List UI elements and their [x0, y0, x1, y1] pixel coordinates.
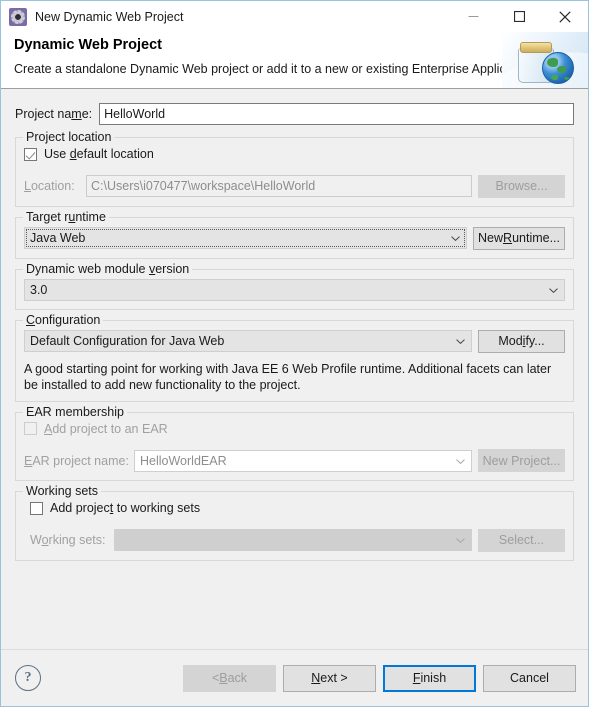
select-button[interactable]: Select... — [478, 528, 565, 552]
project-name-row: Project name: — [15, 101, 574, 127]
use-default-location-checkbox[interactable]: Use default location — [24, 147, 154, 161]
minimize-button[interactable] — [450, 1, 496, 32]
dialog-footer: ? < Back Next > Finish Cancel — [1, 649, 588, 706]
checkbox-box — [30, 501, 43, 515]
configuration-group: Configuration Default Configuration for … — [15, 312, 574, 402]
ear-project-name-label: EAR project name: — [24, 453, 129, 468]
project-name-input[interactable] — [99, 103, 574, 125]
project-name-label: Project name: — [15, 107, 93, 121]
add-to-working-sets-label: Add project to working sets — [50, 501, 201, 515]
configuration-combo[interactable]: Default Configuration for Java Web — [24, 330, 472, 352]
help-icon[interactable]: ? — [15, 665, 41, 691]
window-title: New Dynamic Web Project — [35, 9, 184, 24]
browse-button[interactable]: Browse... — [478, 174, 565, 198]
back-button[interactable]: < Back — [183, 664, 276, 692]
ear-project-name-combo[interactable]: HelloWorldEAR — [134, 449, 472, 472]
use-default-location-label: Use default location — [44, 147, 154, 161]
target-runtime-group: Target runtime Java Web New Runtime... — [15, 209, 574, 259]
dialog-body: Project name: Project location Use defau… — [1, 101, 588, 561]
page-title: Dynamic Web Project — [14, 37, 163, 53]
project-location-group: Project location Use default location Lo… — [15, 130, 574, 207]
location-label: Location: — [24, 179, 75, 193]
configuration-description: A good starting point for working with J… — [24, 361, 552, 392]
ear-membership-group-title: EAR membership — [23, 404, 127, 419]
location-input[interactable] — [86, 175, 472, 197]
checkbox-box — [24, 422, 37, 435]
new-runtime-button[interactable]: New Runtime... — [473, 226, 565, 250]
target-runtime-combo[interactable]: Java Web — [24, 227, 467, 249]
add-project-to-ear-checkbox[interactable]: Add project to an EAR — [24, 422, 168, 436]
project-location-group-title: Project location — [23, 130, 115, 144]
chevron-down-icon — [451, 236, 460, 241]
chevron-down-icon — [456, 538, 465, 543]
footer-buttons: < Back Next > Finish Cancel — [183, 664, 576, 692]
working-sets-combo[interactable] — [114, 529, 472, 551]
working-sets-group: Working sets Add project to working sets… — [15, 484, 574, 561]
target-runtime-group-title: Target runtime — [23, 209, 109, 224]
maximize-button[interactable] — [496, 1, 542, 32]
chevron-down-icon — [549, 287, 558, 293]
title-bar: New Dynamic Web Project — [1, 1, 588, 32]
add-project-to-ear-label: Add project to an EAR — [44, 421, 168, 436]
modify-button[interactable]: Mod i fy... — [478, 329, 565, 353]
module-version-value: 3.0 — [30, 282, 48, 297]
jar-with-globe-icon — [502, 32, 588, 88]
cancel-button[interactable]: Cancel — [483, 664, 576, 692]
finish-button[interactable]: Finish — [383, 664, 476, 692]
configuration-group-title: Configuration — [23, 312, 104, 327]
chevron-down-icon — [456, 458, 465, 464]
new-dynamic-web-project-dialog: New Dynamic Web Project Dynamic Web Proj… — [0, 0, 589, 707]
checkbox-box — [24, 147, 37, 161]
configuration-value: Default Configuration for Java Web — [30, 334, 225, 348]
module-version-group-title: Dynamic web module version — [23, 261, 193, 276]
next-button[interactable]: Next > — [283, 664, 376, 692]
working-sets-group-title: Working sets — [23, 484, 102, 498]
working-sets-label: Working sets: — [30, 533, 106, 547]
window-controls — [450, 1, 588, 32]
eclipse-project-icon — [9, 7, 27, 26]
module-version-group: Dynamic web module version 3.0 — [15, 261, 574, 310]
chevron-down-icon — [456, 339, 465, 344]
page-description: Create a standalone Dynamic Web project … — [14, 62, 537, 76]
module-version-combo[interactable]: 3.0 — [24, 278, 565, 301]
page-header: Dynamic Web Project Create a standalone … — [1, 32, 588, 89]
target-runtime-value: Java Web — [30, 231, 86, 245]
new-project-button[interactable]: New Project... — [478, 449, 565, 472]
add-to-working-sets-checkbox[interactable]: Add project to working sets — [30, 501, 200, 515]
close-button[interactable] — [542, 1, 588, 32]
ear-project-name-value: HelloWorldEAR — [140, 453, 227, 468]
ear-membership-group: EAR membership Add project to an EAR EAR… — [15, 404, 574, 481]
